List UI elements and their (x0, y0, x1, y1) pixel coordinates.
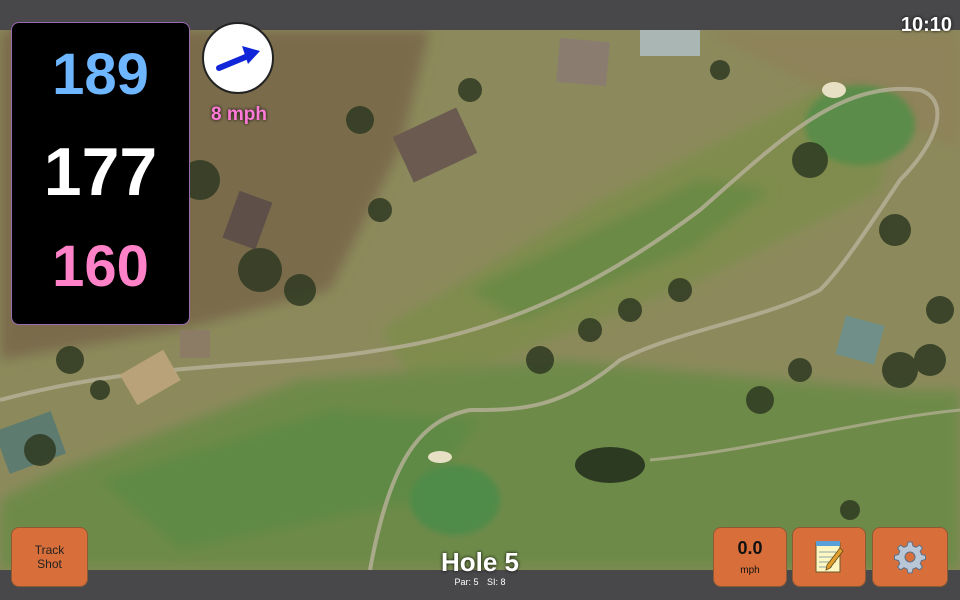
distance-front: 160 (52, 234, 149, 299)
gear-icon (894, 541, 926, 574)
notes-button[interactable] (792, 527, 866, 587)
status-clock: 10:10 (900, 14, 952, 36)
hole-info: Par: 5 SI: 8 (380, 577, 580, 587)
speed-value: 0.0 (737, 538, 763, 558)
settings-button[interactable] (872, 527, 948, 587)
wind-speed: 8 mph (211, 104, 267, 125)
speed-unit: mph (740, 565, 760, 576)
distance-panel: 189 177 160 (11, 22, 190, 325)
track-shot-label-line2: Shot (37, 557, 62, 571)
track-shot-label-line1: Track (34, 542, 65, 557)
distance-back: 189 (52, 42, 149, 107)
wind-indicator (202, 22, 274, 94)
speed-button[interactable]: 0.0 mph (713, 527, 787, 587)
distance-middle: 177 (43, 134, 158, 210)
notepad-icon (815, 541, 844, 573)
arrow-icon (216, 46, 260, 71)
track-shot-button[interactable]: Track Shot (11, 527, 88, 587)
hole-par: Par: 5 (454, 577, 479, 587)
hole-title: Hole 5 (440, 547, 520, 577)
hole-stroke-index: SI: 8 (487, 577, 506, 587)
